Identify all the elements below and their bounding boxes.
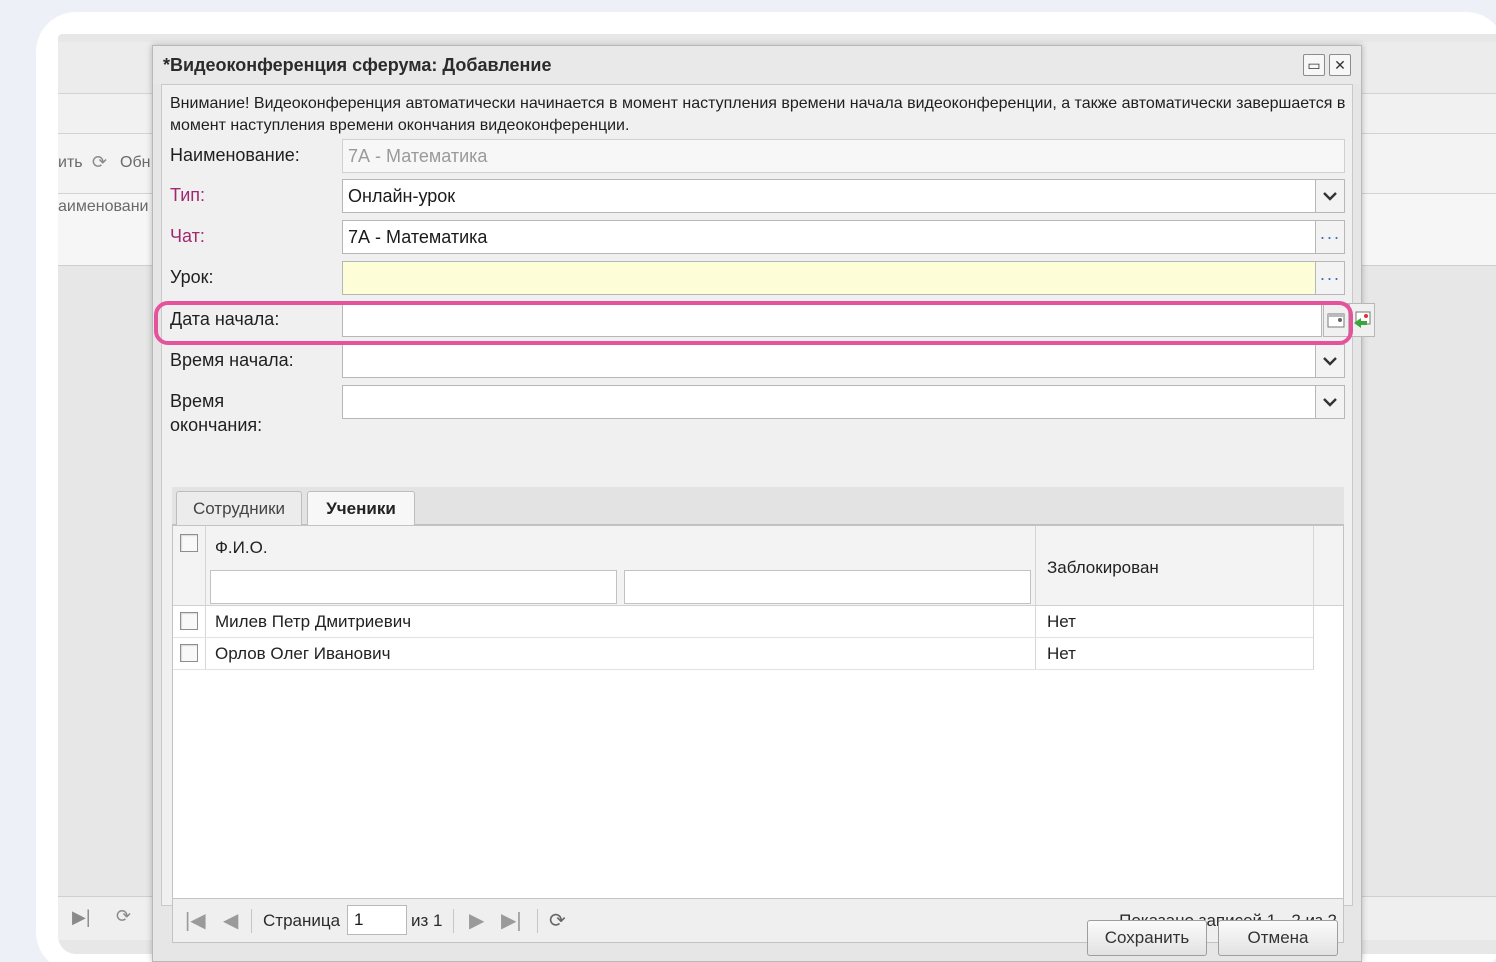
chat-field[interactable]: 7А - Математика ··· [342,220,1345,254]
page-count-label: из 1 [411,911,443,930]
start-time-label: Время начала: [170,350,294,370]
more-icon: ··· [1319,268,1341,288]
dialog-title: *Видеоконференция сферума: Добавление [163,55,552,75]
background-toolbar-text: ить [58,154,83,171]
column-divider [1313,526,1314,670]
chevron-down-icon [1323,192,1337,201]
start-time-select[interactable] [342,344,1345,378]
background-column-header: аименовани [58,198,149,215]
tab-students[interactable]: Ученики [307,491,415,527]
column-header-blocked[interactable]: Заблокирован [1047,558,1159,578]
row-checkbox[interactable] [180,644,198,662]
grid-header: Ф.И.О. Заблокирован [173,526,1343,606]
students-grid: Ф.И.О. Заблокирован Милев Петр Дмитриеви… [172,525,1344,899]
next-page-icon[interactable]: ▶ [469,908,484,933]
name-field[interactable]: 7А - Математика [342,139,1345,173]
dialog-titlebar[interactable]: *Видеоконференция сферума: Добавление ▭ … [153,46,1361,84]
clear-date-button[interactable] [1349,303,1375,337]
cancel-button[interactable]: Отмена [1218,920,1338,956]
last-page-icon[interactable]: ▶| [501,908,522,933]
refresh-icon[interactable]: ⟳ [549,908,566,933]
clear-date-icon [1354,311,1371,328]
lesson-picker-button[interactable]: ··· [1315,261,1345,295]
row-fio: Орлов Олег Иванович [215,644,391,663]
pager-divider [537,909,538,933]
prev-page-icon[interactable]: ◀ [223,908,238,933]
end-time-label-line2: окончания: [170,415,263,435]
pager-divider [251,909,252,933]
save-button[interactable]: Сохранить [1087,920,1207,956]
close-button[interactable]: ✕ [1329,54,1351,76]
column-header-fio[interactable]: Ф.И.О. [215,538,268,558]
lesson-field[interactable]: ··· [342,261,1345,295]
page-label: Страница [263,911,341,930]
table-row[interactable]: Милев Петр Дмитриевич Нет [173,606,1313,638]
row-blocked: Нет [1047,612,1076,631]
end-time-label-line1: Время [170,391,225,411]
maximize-button[interactable]: ▭ [1303,54,1325,76]
videoconference-dialog: *Видеоконференция сферума: Добавление ▭ … [152,45,1375,962]
more-icon: ··· [1319,227,1341,247]
name-label: Наименование: [170,145,300,165]
notice-text: Внимание! Видеоконференция автоматически… [170,95,1346,134]
start-date-field[interactable] [342,303,1375,337]
row-fio: Милев Петр Дмитриевич [215,612,412,631]
chat-label: Чат: [170,226,205,246]
table-row[interactable]: Орлов Олег Иванович Нет [173,638,1313,670]
end-time-select[interactable] [342,385,1345,419]
type-select[interactable]: Онлайн-урок [342,179,1345,213]
type-dropdown-trigger[interactable] [1315,179,1345,213]
tab-employees[interactable]: Сотрудники [176,491,302,526]
end-time-dropdown-trigger[interactable] [1315,385,1345,419]
refresh-icon: ⟳ [92,152,108,172]
maximize-icon: ▭ [1307,56,1321,73]
refresh-icon: ⟳ [116,906,132,926]
close-icon: ✕ [1334,56,1346,73]
background-refresh-text: Обн [120,154,151,171]
chevron-down-icon [1323,398,1337,407]
start-date-label: Дата начала: [170,309,280,329]
tab-strip: Сотрудники Ученики [172,487,1344,527]
calendar-button[interactable] [1323,303,1349,337]
pager-divider [453,909,454,933]
type-label: Тип: [170,185,206,205]
dialog-body: Внимание! Видеоконференция автоматически… [161,84,1375,943]
chat-field-value: 7А - Математика [348,227,488,247]
row-blocked: Нет [1047,644,1076,663]
select-all-checkbox[interactable] [180,534,198,552]
chevron-down-icon [1323,357,1337,366]
lesson-label: Урок: [170,267,214,287]
page-number-input[interactable]: 1 [347,905,407,935]
first-page-icon[interactable]: |◀ [185,908,206,933]
chat-picker-button[interactable]: ··· [1315,220,1345,254]
start-time-dropdown-trigger[interactable] [1315,344,1345,378]
calendar-icon [1327,313,1345,328]
fio-filter-input-2[interactable] [624,570,1031,604]
fio-filter-input-1[interactable] [210,570,617,604]
last-page-icon: ▶| [72,907,91,927]
type-select-value: Онлайн-урок [348,186,456,206]
row-checkbox[interactable] [180,612,198,630]
